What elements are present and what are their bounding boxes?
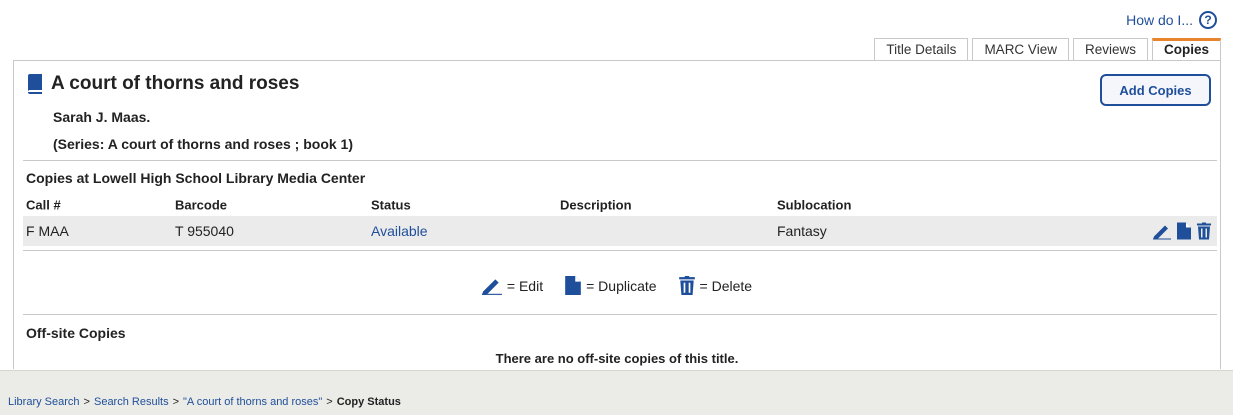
column-header-sublocation: Sublocation <box>777 197 852 213</box>
breadcrumb-separator: > <box>83 396 90 408</box>
status-link[interactable]: Available <box>371 223 428 239</box>
copies-panel: A court of thorns and roses Sarah J. Maa… <box>13 60 1221 369</box>
breadcrumb-title[interactable]: "A court of thorns and roses" <box>183 396 322 408</box>
call-number: F MAA <box>26 223 69 239</box>
author: Sarah J. Maas. <box>53 109 151 125</box>
edit-icon <box>481 278 502 295</box>
offsite-heading: Off-site Copies <box>26 325 126 341</box>
delete-icon <box>678 276 695 295</box>
tab-marc-view[interactable]: MARC View <box>972 38 1069 60</box>
column-header-status: Status <box>371 197 411 213</box>
tab-bar: Title Details MARC View Reviews Copies <box>870 38 1221 60</box>
breadcrumb-library-search[interactable]: Library Search <box>8 396 80 408</box>
column-header-call: Call # <box>26 197 61 213</box>
help-icon[interactable]: ? <box>1199 11 1217 29</box>
icon-legend: = Edit = Duplicate = Delete <box>14 276 1220 295</box>
edit-icon[interactable] <box>1153 223 1171 239</box>
page-title: A court of thorns and roses <box>51 73 300 94</box>
breadcrumb-separator: > <box>326 396 333 408</box>
legend-edit: = Edit <box>481 277 544 295</box>
book-icon <box>28 74 42 94</box>
table-row: F MAA T 955040 Available Fantasy <box>23 216 1217 246</box>
breadcrumb-separator: > <box>172 396 180 408</box>
series: (Series: A court of thorns and roses ; b… <box>53 136 354 152</box>
tab-reviews[interactable]: Reviews <box>1072 38 1148 60</box>
how-do-i-link[interactable]: How do I... <box>1126 12 1193 28</box>
sublocation: Fantasy <box>777 223 827 239</box>
divider <box>23 314 1217 315</box>
table-header: Call # Barcode Status Description Subloc… <box>23 195 1217 215</box>
help: How do I... ? <box>1126 11 1217 29</box>
title-row: A court of thorns and roses <box>27 73 299 95</box>
barcode: T 955040 <box>175 223 234 239</box>
column-header-barcode: Barcode <box>175 197 228 213</box>
breadcrumb-search-results[interactable]: Search Results <box>94 396 169 408</box>
copies-table: Call # Barcode Status Description Subloc… <box>23 195 1217 246</box>
divider <box>23 160 1217 161</box>
tab-title-details[interactable]: Title Details <box>874 38 969 60</box>
breadcrumb: Library Search > Search Results > "A cou… <box>8 396 401 408</box>
duplicate-icon[interactable] <box>1177 222 1191 240</box>
tab-copies[interactable]: Copies <box>1151 38 1221 60</box>
legend-duplicate: = Duplicate <box>565 276 657 295</box>
breadcrumb-current: Copy Status <box>336 396 401 408</box>
row-actions <box>1153 222 1211 240</box>
footer: Library Search > Search Results > "A cou… <box>0 370 1233 415</box>
delete-icon[interactable] <box>1197 222 1211 240</box>
divider <box>23 250 1217 251</box>
add-copies-button[interactable]: Add Copies <box>1100 74 1211 106</box>
offsite-message: There are no off-site copies of this tit… <box>495 351 739 366</box>
legend-duplicate-label: = Duplicate <box>586 277 657 294</box>
legend-delete: = Delete <box>678 276 753 295</box>
copies-heading: Copies at Lowell High School Library Med… <box>26 170 366 186</box>
legend-edit-label: = Edit <box>506 277 544 294</box>
column-header-description: Description <box>560 197 632 213</box>
duplicate-icon <box>565 276 581 295</box>
legend-delete-label: = Delete <box>699 277 753 294</box>
